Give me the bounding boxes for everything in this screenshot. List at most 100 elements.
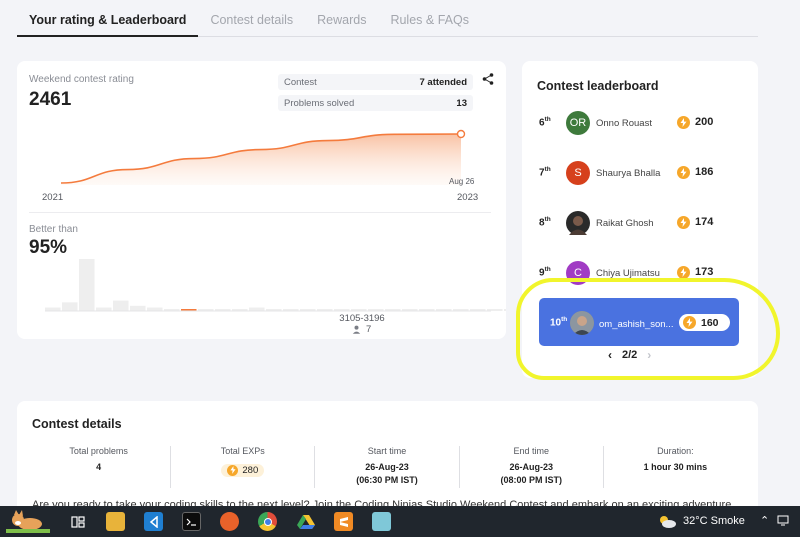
chrome-icon[interactable] (258, 512, 277, 531)
tab-rewards[interactable]: Rewards (305, 0, 378, 37)
chevron-up-icon[interactable]: ⌃ (760, 514, 769, 529)
terminal-icon[interactable] (182, 512, 201, 531)
tab-contest-details[interactable]: Contest details (198, 0, 305, 37)
better-than-label: Better than (29, 224, 78, 235)
lightning-coin-icon (227, 464, 239, 476)
rating-end-point[interactable] (456, 129, 466, 139)
lightning-coin-icon (677, 216, 690, 229)
detail-value: 4 (96, 462, 102, 472)
leaderboard-row[interactable]: 9th C Chiya Ujimatsu 173 (522, 258, 758, 288)
details-title: Contest details (32, 417, 122, 431)
histogram-bar[interactable] (113, 300, 129, 311)
share-icon[interactable] (482, 73, 494, 85)
prev-page-button[interactable]: ‹ (608, 348, 612, 362)
file-explorer-icon[interactable] (106, 512, 125, 531)
rank: 9th (539, 266, 551, 279)
stat-problems-value: 13 (456, 97, 467, 109)
detail-duration: Duration: 1 hour 30 mins (604, 446, 747, 488)
user-icon (352, 325, 361, 334)
points-pill: 160 (679, 314, 730, 331)
user-name: Shaurya Bhalla (596, 168, 661, 179)
lightning-coin-icon (677, 266, 690, 279)
network-icon[interactable] (777, 514, 789, 529)
card-divider (29, 212, 491, 213)
detail-end-time: End time 26-Aug-23 (08:00 PM IST) (460, 446, 604, 488)
detail-head: End time (513, 446, 549, 456)
detail-value-time: (06:30 PM IST) (356, 475, 418, 485)
leaderboard-title: Contest leaderboard (537, 79, 659, 93)
avatar: OR (566, 111, 590, 135)
system-tray[interactable]: ⌃ (760, 514, 789, 529)
weather-widget[interactable]: 32°C Smoke (657, 514, 745, 528)
rating-value: 2461 (29, 89, 72, 110)
page-indicator: 2/2 (622, 349, 638, 361)
lightning-coin-icon (677, 116, 690, 129)
exp-pill: 280 (221, 463, 265, 477)
range-count-value: 7 (366, 324, 372, 335)
histogram-bar[interactable] (96, 307, 112, 311)
avatar-photo (570, 311, 594, 335)
range-label: 3105-3196 (339, 313, 385, 324)
user-name: Raikat Ghosh (596, 218, 654, 229)
detail-total-exps: Total EXPs 280 (171, 446, 316, 488)
histogram-bar[interactable] (249, 307, 265, 311)
user-name: Onno Rouast (596, 118, 652, 129)
current-user-row[interactable]: 10th om_ashish_son... 160 (539, 298, 739, 346)
detail-value-time: (08:00 PM IST) (500, 475, 562, 485)
leaderboard-card: Contest leaderboard 6th OR Onno Rouast 2… (522, 61, 758, 378)
next-page-button[interactable]: › (647, 348, 651, 362)
stat-contest-value: 7 attended (419, 76, 467, 88)
weather-text: 32°C Smoke (683, 515, 745, 527)
stat-problems-label: Problems solved (284, 97, 355, 109)
detail-value: 1 hour 30 mins (643, 462, 708, 472)
tab-rules-faqs[interactable]: Rules & FAQs (378, 0, 481, 37)
rank: 6th (539, 116, 551, 129)
rank: 8th (539, 216, 551, 229)
leaderboard-row[interactable]: 6th OR Onno Rouast 200 (522, 108, 758, 138)
histogram-bar[interactable] (79, 259, 95, 311)
lightning-coin-icon (677, 166, 690, 179)
x-tick-start: 2021 (42, 192, 63, 203)
user-name: om_ashish_son... (599, 319, 674, 330)
histogram-bar[interactable] (45, 307, 61, 311)
leaderboard-row[interactable]: 8th Raikat Ghosh 174 (522, 208, 758, 238)
histogram-bar[interactable] (62, 302, 78, 311)
stat-problems: Problems solved 13 (278, 95, 473, 111)
detail-start-time: Start time 26-Aug-23 (06:30 PM IST) (315, 446, 460, 488)
histogram-bar[interactable] (147, 307, 163, 311)
user-points: 200 (695, 116, 714, 128)
leaderboard-row[interactable]: 7th S Shaurya Bhalla 186 (522, 158, 758, 188)
user-name: Chiya Ujimatsu (596, 268, 660, 279)
detail-value: 26-Aug-23 (509, 462, 553, 472)
google-drive-icon[interactable] (296, 512, 315, 531)
chart-annotation: Aug 26 (449, 177, 475, 186)
avatar: S (566, 161, 590, 185)
notepad-icon[interactable] (372, 512, 391, 531)
histogram-bar[interactable] (130, 305, 146, 311)
percentile-histogram (45, 259, 506, 312)
detail-value: 280 (242, 464, 259, 476)
corgi-widget-icon[interactable] (4, 509, 52, 533)
sublime-text-icon[interactable] (334, 512, 353, 531)
rank: 10th (550, 316, 568, 329)
x-tick-end: 2023 (457, 192, 478, 203)
widgets-icon[interactable] (68, 512, 87, 531)
range-count: 7 (352, 324, 371, 335)
taskbar: 32°C Smoke ⌃ (0, 506, 800, 537)
tab-rating-leaderboard[interactable]: Your rating & Leaderboard (17, 0, 199, 37)
detail-head: Duration: (657, 446, 694, 456)
user-points: 173 (695, 266, 714, 278)
avatar-photo (566, 211, 590, 235)
tab-bar: Your rating & Leaderboard Contest detail… (17, 0, 758, 37)
details-columns: Total problems 4 Total EXPs 280 Start ti… (27, 446, 747, 488)
user-points: 174 (695, 216, 714, 228)
detail-value: 26-Aug-23 (365, 462, 409, 472)
detail-head: Total EXPs (220, 446, 265, 456)
cloud-sun-icon (660, 516, 676, 528)
vscode-icon[interactable] (144, 512, 163, 531)
histogram-bar[interactable] (504, 309, 506, 311)
firefox-icon[interactable] (220, 512, 239, 531)
user-points: 160 (701, 316, 719, 329)
lightning-coin-icon (683, 316, 696, 329)
detail-total-problems: Total problems 4 (27, 446, 172, 488)
